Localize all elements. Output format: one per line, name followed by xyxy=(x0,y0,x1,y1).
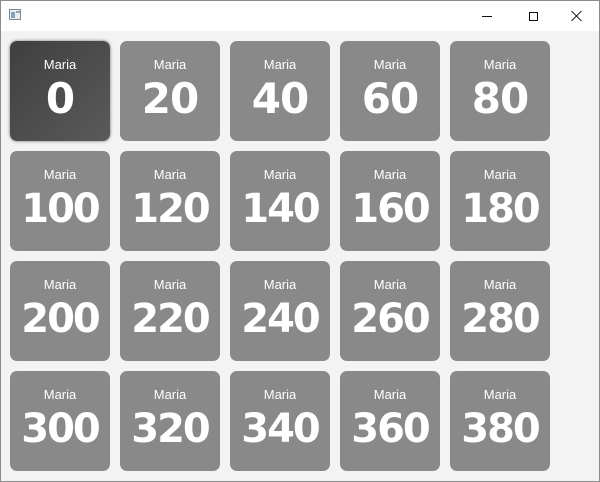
tile[interactable]: Maria 60 xyxy=(340,41,440,141)
tile-value: 140 xyxy=(241,186,321,232)
tile-value: 200 xyxy=(21,296,101,342)
tile-grid: Maria 0 Maria 20 Maria 40 Maria 60 Maria 80 M… xyxy=(10,41,550,471)
tile-value: 380 xyxy=(461,406,541,452)
tile-name: Maria xyxy=(483,167,517,182)
minimize-icon xyxy=(482,15,492,17)
tile[interactable]: Maria 20 xyxy=(120,41,220,141)
tile[interactable]: Maria 280 xyxy=(450,261,550,361)
tile[interactable]: Maria 220 xyxy=(120,261,220,361)
tile-value: 240 xyxy=(241,296,321,342)
tile-value: 120 xyxy=(131,186,211,232)
app-window-icon xyxy=(9,9,21,20)
tile-name: Maria xyxy=(153,387,187,402)
tile-value: 100 xyxy=(21,186,101,232)
tile-name: Maria xyxy=(43,387,77,402)
tile-value: 60 xyxy=(361,74,419,123)
tile-value: 300 xyxy=(21,406,101,452)
tile-value: 40 xyxy=(251,74,309,123)
tile-value: 160 xyxy=(351,186,431,232)
tile-name: Maria xyxy=(263,57,297,72)
tile[interactable]: Maria 0 xyxy=(10,41,110,141)
title-bar[interactable] xyxy=(1,1,599,31)
tile-name: Maria xyxy=(153,277,187,292)
tile[interactable]: Maria 80 xyxy=(450,41,550,141)
tile[interactable]: Maria 160 xyxy=(340,151,440,251)
tile-name: Maria xyxy=(483,277,517,292)
tile[interactable]: Maria 180 xyxy=(450,151,550,251)
tile[interactable]: Maria 340 xyxy=(230,371,330,471)
tile-name: Maria xyxy=(153,57,187,72)
tile-name: Maria xyxy=(483,387,517,402)
tile-value: 260 xyxy=(351,296,431,342)
tile-value: 340 xyxy=(241,406,321,452)
minimize-button[interactable] xyxy=(464,1,510,31)
maximize-icon xyxy=(528,11,538,21)
tile-name: Maria xyxy=(373,167,407,182)
tile-value: 320 xyxy=(131,406,211,452)
tile-value: 220 xyxy=(131,296,211,342)
tile-name: Maria xyxy=(43,57,77,72)
tile-name: Maria xyxy=(263,277,297,292)
tile[interactable]: Maria 200 xyxy=(10,261,110,361)
tile-name: Maria xyxy=(373,387,407,402)
tile-value: 280 xyxy=(461,296,541,342)
tile-name: Maria xyxy=(373,277,407,292)
maximize-button[interactable] xyxy=(510,1,556,31)
tile[interactable]: Maria 240 xyxy=(230,261,330,361)
tile[interactable]: Maria 360 xyxy=(340,371,440,471)
tile-name: Maria xyxy=(153,167,187,182)
tile[interactable]: Maria 300 xyxy=(10,371,110,471)
tile-name: Maria xyxy=(43,167,77,182)
tile[interactable]: Maria 320 xyxy=(120,371,220,471)
tile-value: 360 xyxy=(351,406,431,452)
tile[interactable]: Maria 120 xyxy=(120,151,220,251)
tile-name: Maria xyxy=(263,167,297,182)
tile[interactable]: Maria 100 xyxy=(10,151,110,251)
tile-value: 0 xyxy=(45,74,75,123)
app-window: Maria 0 Maria 20 Maria 40 Maria 60 Maria 80 M… xyxy=(0,0,600,482)
tile[interactable]: Maria 260 xyxy=(340,261,440,361)
tile[interactable]: Maria 140 xyxy=(230,151,330,251)
tile[interactable]: Maria 380 xyxy=(450,371,550,471)
close-button[interactable] xyxy=(554,1,599,31)
tile-value: 180 xyxy=(461,186,541,232)
tile-name: Maria xyxy=(43,277,77,292)
tile-name: Maria xyxy=(263,387,297,402)
tile-value: 20 xyxy=(141,74,199,123)
tile-name: Maria xyxy=(373,57,407,72)
tile-value: 80 xyxy=(471,74,529,123)
tile-name: Maria xyxy=(483,57,517,72)
tile[interactable]: Maria 40 xyxy=(230,41,330,141)
close-icon xyxy=(571,10,583,22)
